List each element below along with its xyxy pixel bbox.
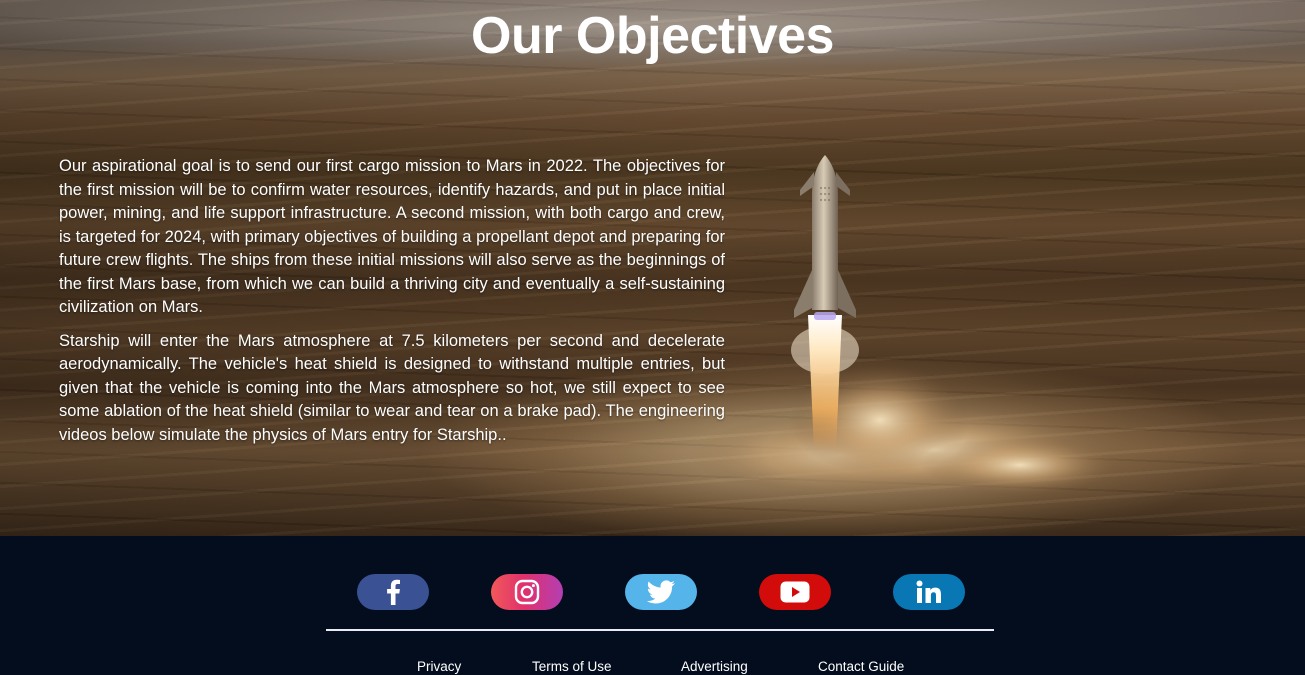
social-links	[357, 574, 965, 610]
objectives-text: Our aspirational goal is to send our fir…	[59, 155, 725, 447]
footer-divider	[326, 629, 994, 631]
linkedin-button[interactable]	[893, 574, 965, 610]
facebook-button[interactable]	[357, 574, 429, 610]
hero-section: Our Objectives Our aspirational goal is …	[0, 0, 1305, 536]
starship-rocket-image	[690, 155, 1120, 498]
advertising-link[interactable]: Advertising	[681, 659, 748, 674]
objectives-paragraph: Our aspirational goal is to send our fir…	[59, 157, 725, 316]
footer: Privacy Terms of Use Advertising Contact…	[0, 536, 1305, 675]
starship-entry-paragraph: Starship will enter the Mars atmosphere …	[59, 331, 725, 444]
facebook-icon	[387, 579, 400, 605]
twitter-icon	[646, 580, 675, 604]
instagram-icon	[514, 579, 540, 605]
instagram-button[interactable]	[491, 574, 563, 610]
linkedin-icon	[916, 580, 941, 603]
youtube-icon	[780, 581, 810, 603]
twitter-button[interactable]	[625, 574, 697, 610]
youtube-button[interactable]	[759, 574, 831, 610]
privacy-link[interactable]: Privacy	[417, 659, 461, 674]
contact-guide-link[interactable]: Contact Guide	[818, 659, 904, 674]
terms-of-use-link[interactable]: Terms of Use	[532, 659, 612, 674]
page-title: Our Objectives	[471, 7, 834, 65]
